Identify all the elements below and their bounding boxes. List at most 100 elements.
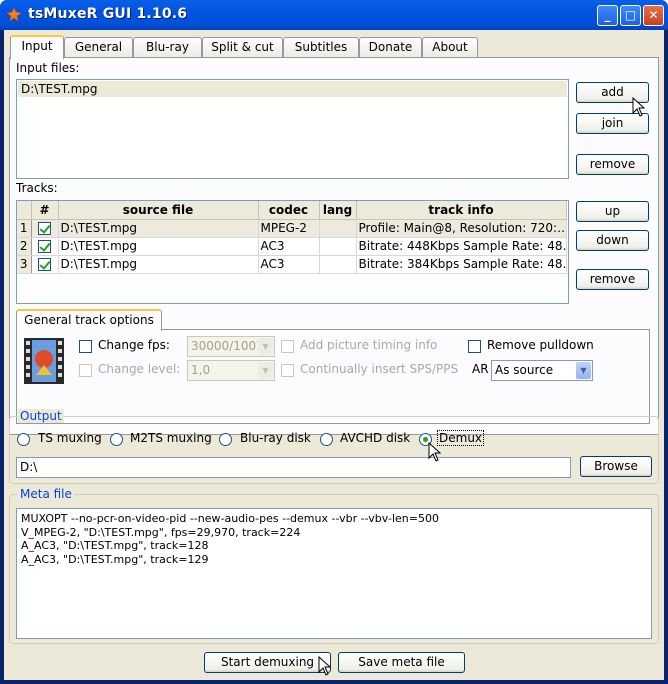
cell-lang[interactable] <box>319 219 357 238</box>
remove-file-button[interactable]: remove <box>576 154 649 175</box>
level-select[interactable]: 1,0 ▼ <box>187 360 275 381</box>
change-fps-label: Change fps: <box>98 338 170 352</box>
row-check-cell <box>31 255 59 274</box>
start-demuxing-button[interactable]: Start demuxing <box>204 652 331 673</box>
cell-source-file: D:\TEST.mpg <box>58 219 259 238</box>
mouse-cursor-icon <box>428 442 442 462</box>
cell-track-info: Bitrate: 384Kbps Sample Rate: 48… <box>356 255 567 274</box>
tab-blu-ray[interactable]: Blu-ray <box>133 37 202 57</box>
level-value: 1,0 <box>191 363 211 377</box>
tracks-header-row: # source file codec lang track info <box>17 201 567 220</box>
move-up-button[interactable]: up <box>576 201 649 222</box>
input-files-list[interactable]: D:\TEST.mpg <box>16 79 569 179</box>
fps-value: 30000/1001 <box>191 339 264 353</box>
meta-line: V_MPEG-2, "D:\TEST.mpg", fps=29,970, tra… <box>21 525 301 539</box>
client-area: Input General Blu-ray Split & cut Subtit… <box>4 30 664 680</box>
meta-file-textarea[interactable]: MUXOPT --no-pcr-on-video-pid --new-audio… <box>16 508 652 639</box>
window-title: tsMuxeR GUI 1.10.6 <box>28 6 188 22</box>
remove-pulldown-checkbox[interactable] <box>468 340 481 353</box>
tab-subtitles[interactable]: Subtitles <box>283 37 359 57</box>
picture-timing-checkbox[interactable] <box>281 340 294 353</box>
insert-sps-label: Continually insert SPS/PPS <box>300 362 459 376</box>
mouse-cursor-icon <box>632 97 646 117</box>
m2ts-muxing-radio[interactable] <box>110 433 123 446</box>
meta-legend: Meta file <box>18 487 74 501</box>
track-checkbox[interactable] <box>38 240 51 253</box>
app-icon <box>6 7 22 22</box>
fps-select[interactable]: 30000/1001 ▼ <box>187 336 275 357</box>
header-codec[interactable]: codec <box>258 201 320 220</box>
browse-button[interactable]: Browse <box>580 456 652 477</box>
picture-timing-label: Add picture timing info <box>300 338 438 352</box>
maximize-button[interactable]: □ <box>620 5 641 26</box>
tracks-table-box[interactable]: # source file codec lang track info 1 D:… <box>16 200 569 304</box>
meta-line: A_AC3, "D:\TEST.mpg", track=129 <box>21 552 209 566</box>
ts-muxing-label: TS muxing <box>38 431 102 445</box>
output-path-input[interactable]: D:\ <box>16 457 571 478</box>
ar-select[interactable]: As source ▼ <box>491 360 593 381</box>
meta-line: MUXOPT --no-pcr-on-video-pid --new-audio… <box>21 512 439 525</box>
header-num[interactable]: # <box>31 201 59 220</box>
cell-track-info: Profile: Main@8, Resolution: 720:… <box>356 219 567 238</box>
cell-source-file: D:\TEST.mpg <box>58 255 259 274</box>
row-number: 3 <box>17 255 32 274</box>
change-fps-checkbox[interactable] <box>79 340 92 353</box>
header-blank <box>17 201 32 220</box>
blu-ray-disk-radio[interactable] <box>219 433 232 446</box>
close-icon: ✕ <box>648 8 659 22</box>
minimize-button[interactable]: _ <box>597 5 618 26</box>
header-source-file[interactable]: source file <box>58 201 259 220</box>
cell-lang[interactable] <box>319 255 357 274</box>
ts-muxing-radio[interactable] <box>17 433 30 446</box>
header-track-info[interactable]: track info <box>356 201 567 220</box>
cell-codec: AC3 <box>258 237 320 256</box>
chevron-down-icon: ▼ <box>258 362 273 379</box>
row-number: 2 <box>17 237 32 256</box>
tracks-table: # source file codec lang track info 1 D:… <box>17 201 567 274</box>
tab-general-track-options[interactable]: General track options <box>16 309 162 331</box>
input-file-item[interactable]: D:\TEST.mpg <box>18 81 567 97</box>
tab-input[interactable]: Input <box>10 35 64 59</box>
insert-sps-checkbox[interactable] <box>281 364 294 377</box>
table-row[interactable]: 2 D:\TEST.mpg AC3 Bitrate: 448Kbps Sampl… <box>17 237 567 256</box>
cell-codec: AC3 <box>258 255 320 274</box>
tracks-label: Tracks: <box>16 181 58 195</box>
tab-general[interactable]: General <box>64 37 133 57</box>
cell-track-info: Bitrate: 448Kbps Sample Rate: 48… <box>356 237 567 256</box>
chevron-down-icon: ▼ <box>576 362 591 379</box>
track-checkbox[interactable] <box>38 258 51 271</box>
row-check-cell <box>31 219 59 238</box>
change-level-label: Change level: <box>98 362 181 376</box>
move-down-button[interactable]: down <box>576 230 649 251</box>
cell-lang[interactable] <box>319 237 357 256</box>
meta-line: A_AC3, "D:\TEST.mpg", track=128 <box>21 539 209 552</box>
title-bar[interactable]: tsMuxeR GUI 1.10.6 _ □ ✕ <box>0 0 668 30</box>
input-files-label: Input files: <box>16 61 80 75</box>
header-lang[interactable]: lang <box>319 201 357 220</box>
tab-split-cut[interactable]: Split & cut <box>202 37 283 57</box>
avchd-disk-radio[interactable] <box>320 433 333 446</box>
tab-donate[interactable]: Donate <box>359 37 422 57</box>
remove-track-button[interactable]: remove <box>576 269 649 290</box>
chevron-down-icon: ▼ <box>258 338 273 355</box>
remove-pulldown-label: Remove pulldown <box>487 338 594 352</box>
maximize-icon: □ <box>624 8 637 22</box>
table-row[interactable]: 1 D:\TEST.mpg MPEG-2 Profile: Main@8, Re… <box>17 219 567 238</box>
ar-label: AR <box>472 362 489 376</box>
minimize-icon: _ <box>604 8 611 22</box>
track-checkbox[interactable] <box>38 222 51 235</box>
mouse-cursor-icon <box>318 656 332 676</box>
ar-value: As source <box>495 363 554 377</box>
change-level-checkbox[interactable] <box>79 364 92 377</box>
save-meta-file-button[interactable]: Save meta file <box>338 652 465 673</box>
row-number: 1 <box>17 219 32 238</box>
film-strip-icon <box>24 338 64 384</box>
cell-source-file: D:\TEST.mpg <box>58 237 259 256</box>
close-button[interactable]: ✕ <box>643 5 664 26</box>
row-check-cell <box>31 237 59 256</box>
cell-codec: MPEG-2 <box>258 219 320 238</box>
blu-ray-disk-label: Blu-ray disk <box>240 431 311 445</box>
table-row[interactable]: 3 D:\TEST.mpg AC3 Bitrate: 384Kbps Sampl… <box>17 255 567 274</box>
tab-about[interactable]: About <box>422 37 478 57</box>
m2ts-muxing-label: M2TS muxing <box>130 431 212 445</box>
